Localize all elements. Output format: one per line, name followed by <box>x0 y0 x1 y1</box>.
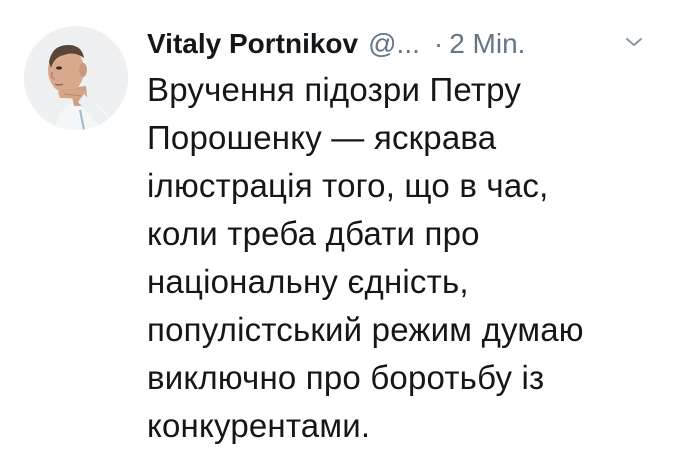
tweet-text-line: популістський режим думаю <box>147 311 584 348</box>
separator-dot: · <box>433 28 444 59</box>
tweet-text-line: Порошенку — яскрава <box>147 119 497 156</box>
author-name[interactable]: Vitaly Portnikov <box>147 28 358 59</box>
tweet-text: Вручення підозри Петру Порошенку — яскра… <box>147 66 667 450</box>
tweet-text-line: коли треба дбати про <box>147 215 480 252</box>
tweet-card[interactable]: Vitaly Portnikov @... · 2 Min. Вручення під… <box>0 0 680 468</box>
profile-photo-icon <box>24 26 128 130</box>
author-handle[interactable]: @... <box>368 28 420 59</box>
chevron-down-icon[interactable] <box>625 36 643 48</box>
tweet-text-line: ілюстрація того, що в час, <box>147 167 549 204</box>
tweet-text-line: національну єдність, <box>147 263 469 300</box>
author-avatar[interactable] <box>24 26 128 130</box>
tweet-text-line: Вручення підозри Петру <box>147 71 522 108</box>
tweet-text-line: конкурентами. <box>147 407 371 444</box>
tweet-header: Vitaly Portnikov @... · 2 Min. <box>147 24 657 64</box>
tweet-text-line: виключно про боротьбу із <box>147 359 545 396</box>
tweet-timestamp[interactable]: 2 Min. <box>449 28 525 59</box>
